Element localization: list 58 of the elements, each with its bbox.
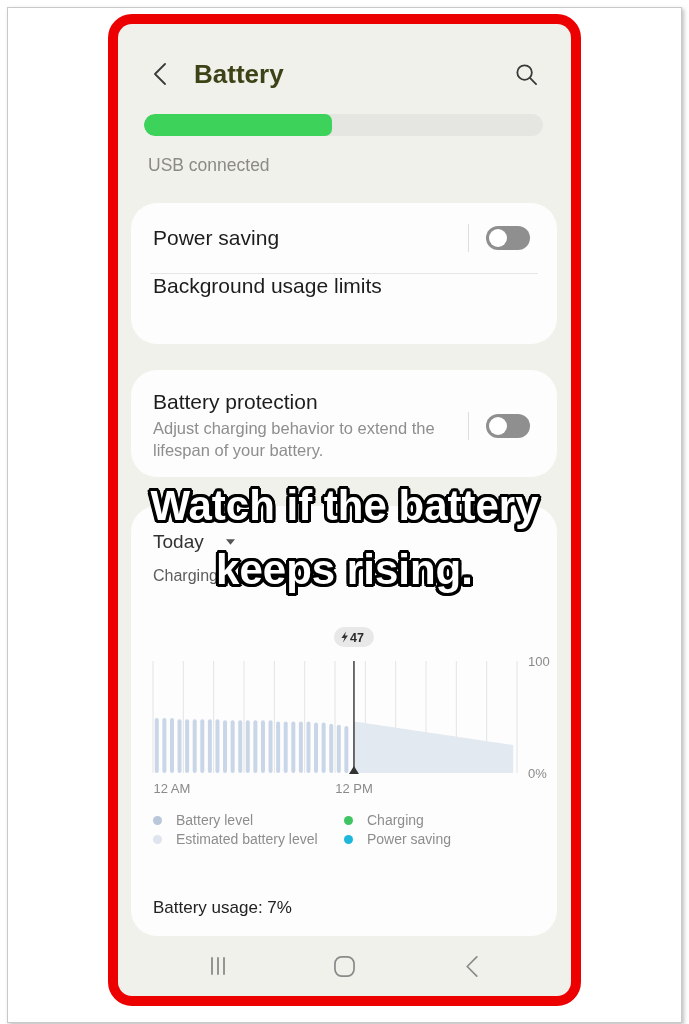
time-cursor[interactable]: [348, 660, 359, 774]
battery-level-bar-mark: [298, 721, 303, 773]
axis-label: 12 PM: [335, 781, 373, 796]
back-button[interactable]: [154, 63, 166, 85]
battery-level-bar-mark: [154, 718, 159, 773]
recent-apps-button[interactable]: [209, 957, 226, 975]
toggle-switch[interactable]: [486, 226, 530, 250]
battery-level-bar-mark: [230, 720, 235, 773]
axis-label: 100: [528, 653, 550, 669]
axis-label: 12 AM: [153, 781, 191, 796]
battery-level-bar-mark: [329, 723, 334, 773]
legend-label: Charging: [367, 811, 424, 830]
recent-apps-icon: [209, 957, 226, 975]
battery-level-bar-mark: [238, 720, 243, 773]
battery-level-bar-mark: [344, 725, 349, 773]
home-icon: [334, 955, 355, 977]
home-button[interactable]: [334, 955, 355, 977]
search-icon: [516, 63, 537, 85]
battery-level-bar-mark: [215, 719, 220, 773]
battery-level-bar-mark: [291, 721, 296, 773]
battery-level-bar-mark: [276, 721, 281, 773]
page-title: Battery: [194, 58, 284, 90]
setting-label[interactable]: Battery protection: [153, 390, 318, 414]
toggle-switch[interactable]: [486, 413, 530, 438]
caret-icon: [225, 539, 235, 545]
battery-level-bar-mark: [268, 720, 273, 773]
battery-level-bar-mark: [169, 718, 174, 773]
search-button[interactable]: [516, 63, 537, 85]
battery-level-bar-mark: [336, 724, 341, 773]
back-chevron-icon: [154, 63, 166, 85]
axis-label: 0%: [528, 765, 547, 781]
tooltip-value: 47: [349, 630, 364, 645]
battery-level-bar-mark: [162, 718, 167, 773]
battery-level-bar-mark: [245, 720, 250, 773]
battery-level-bar-mark: [200, 719, 205, 773]
battery-usage-text: Battery usage: 7%: [153, 897, 292, 919]
battery-level-bar-mark: [207, 719, 212, 773]
setting-description: Adjust charging behavior to extend the lifespan of your battery.: [153, 418, 436, 461]
legend-label: Power saving: [367, 830, 452, 849]
lightning-icon: [341, 631, 348, 643]
legend-label: Battery level: [176, 811, 254, 830]
battery-level-bar-mark: [283, 721, 288, 773]
charging-status: USB connected: [148, 155, 270, 175]
battery-level-bar-mark: [177, 719, 182, 773]
tooltip-background: [333, 627, 374, 647]
battery-level-bar-mark: [185, 719, 190, 773]
battery-level-bar-mark: [192, 719, 197, 773]
battery-level-bar-mark: [253, 720, 258, 773]
battery-level-bar-mark: [314, 722, 319, 773]
battery-level-bar-mark: [321, 722, 326, 773]
setting-label[interactable]: Background usage limits: [153, 274, 382, 298]
battery-level-bar-mark: [223, 720, 228, 773]
back-chevron-icon: [465, 955, 478, 977]
battery-level-bar-mark: [306, 721, 311, 773]
battery-level-bar-mark: [260, 720, 265, 773]
back-nav-button[interactable]: [465, 955, 478, 977]
setting-label[interactable]: Power saving: [153, 226, 280, 250]
legend-label: Estimated battery level: [176, 830, 318, 849]
